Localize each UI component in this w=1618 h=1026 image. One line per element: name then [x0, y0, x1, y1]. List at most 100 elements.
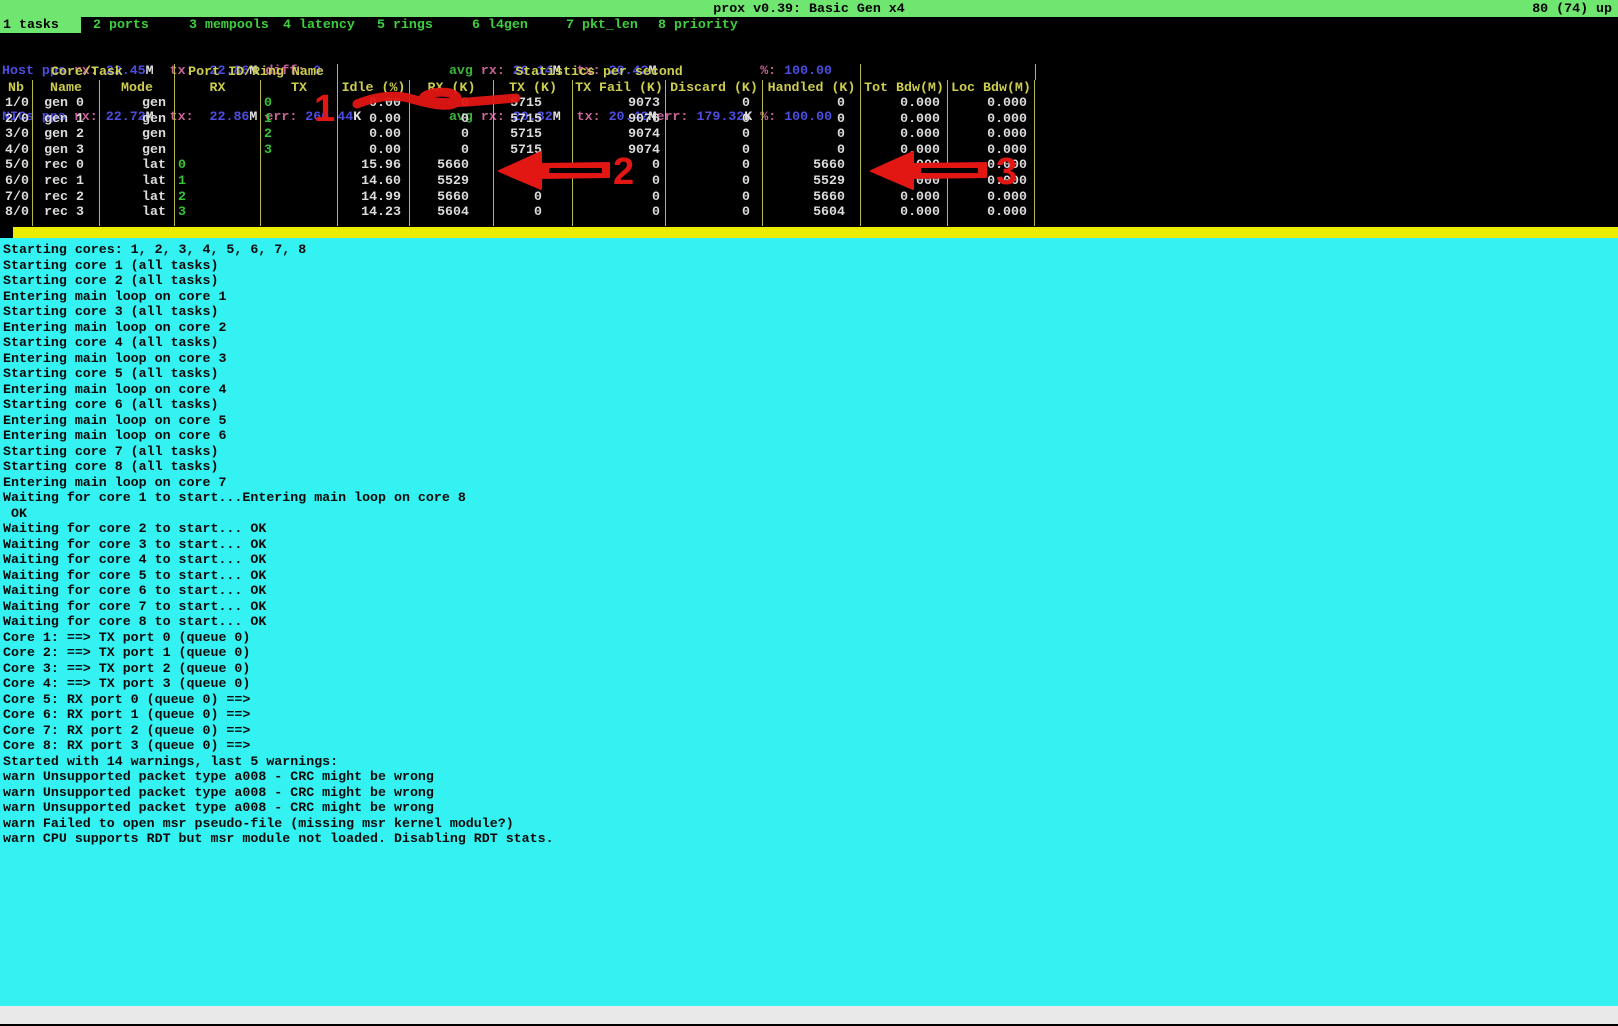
- cell-tot: 0.000: [861, 173, 948, 189]
- cell-rx: 3: [175, 204, 261, 220]
- prox-terminal: prox v0.39: Basic Gen x4 80 (74) up 1 ta…: [0, 0, 1618, 1026]
- table-row: 3/0gen 2gen20.00057159074000.0000.000: [0, 126, 1036, 142]
- cell-name: gen 1: [33, 111, 100, 127]
- cell-handled: 0: [763, 95, 861, 111]
- cell-discard: 0: [666, 95, 763, 111]
- group-header: Port ID/Ring Name: [175, 64, 338, 80]
- cell-discard: 0: [666, 142, 763, 158]
- cell-mode: lat: [100, 173, 175, 189]
- cell-stub: [100, 220, 175, 226]
- cell-txk: 5715: [494, 142, 573, 158]
- log-line: Entering main loop on core 4: [3, 382, 1618, 398]
- log-line: Starting core 2 (all tasks): [3, 273, 1618, 289]
- log-line: Core 8: RX port 3 (queue 0) ==>: [3, 738, 1618, 754]
- tab-5-rings[interactable]: 5 rings: [377, 17, 433, 33]
- group-header: [861, 64, 1036, 80]
- log-line: Starting core 6 (all tasks): [3, 397, 1618, 413]
- cell-rxk: 5529: [410, 173, 494, 189]
- cell-discard: 0: [666, 204, 763, 220]
- table-row: NbNameModeRXTXIdle (%)RX (K)TX (K)TX Fai…: [0, 80, 1036, 96]
- log-line: Starting core 8 (all tasks): [3, 459, 1618, 475]
- cell-discard: 0: [666, 157, 763, 173]
- cell-name: gen 2: [33, 126, 100, 142]
- column-header: TX (K): [494, 80, 573, 96]
- tab-4-latency[interactable]: 4 latency: [283, 17, 355, 33]
- table-row: 2/0gen 1gen10.00057159076000.0000.000: [0, 111, 1036, 127]
- cell-discard: 0: [666, 111, 763, 127]
- cell-name: gen 3: [33, 142, 100, 158]
- cell-txfail: 9073: [573, 95, 666, 111]
- cell-tx: [261, 173, 338, 189]
- cell-tx: [261, 189, 338, 205]
- cell-txfail: 0: [573, 157, 666, 173]
- cell-tx: 3: [261, 142, 338, 158]
- tab-6-l4gen[interactable]: 6 l4gen: [472, 17, 528, 33]
- cell-rxk: 5604: [410, 204, 494, 220]
- cell-txk: 5715: [494, 126, 573, 142]
- log-line: Entering main loop on core 1: [3, 289, 1618, 305]
- column-header: RX (K): [410, 80, 494, 96]
- cell-rxk: 0: [410, 142, 494, 158]
- cell-txfail: 9076: [573, 111, 666, 127]
- log-line: Starting core 5 (all tasks): [3, 366, 1618, 382]
- table-row: 7/0rec 2lat214.99566000056600.0000.000: [0, 189, 1036, 205]
- log-line: warn Unsupported packet type a008 - CRC …: [3, 800, 1618, 816]
- cell-mode: lat: [100, 157, 175, 173]
- log-line: Core 1: ==> TX port 0 (queue 0): [3, 630, 1618, 646]
- log-line: Entering main loop on core 7: [3, 475, 1618, 491]
- log-line: Core 4: ==> TX port 3 (queue 0): [3, 676, 1618, 692]
- cell-tot: 0.000: [861, 204, 948, 220]
- cell-tx: 0: [261, 95, 338, 111]
- cell-txk: 0: [494, 204, 573, 220]
- tab-8-priority[interactable]: 8 priority: [658, 17, 738, 33]
- column-header: Tot Bdw(M): [861, 80, 948, 96]
- cell-handled: 5660: [763, 157, 861, 173]
- column-header: Mode: [100, 80, 175, 96]
- screen-tabs: 1 tasks 2 ports 3 mempools 4 latency 5 rings…: [0, 17, 1618, 33]
- log-line: Core 5: RX port 0 (queue 0) ==>: [3, 692, 1618, 708]
- cell-tot: 0.000: [861, 126, 948, 142]
- tab-2-ports[interactable]: 2 ports: [93, 17, 149, 33]
- cell-tot: 0.000: [861, 142, 948, 158]
- cursor-block: [0, 227, 13, 238]
- log-line: warn Unsupported packet type a008 - CRC …: [3, 769, 1618, 785]
- cell-idle: 0.00: [338, 111, 410, 127]
- cell-mode: gen: [100, 142, 175, 158]
- cell-idle: 0.00: [338, 142, 410, 158]
- group-header: Statistics per second: [338, 64, 861, 80]
- cell-mode: gen: [100, 111, 175, 127]
- cell-stub: [763, 220, 861, 226]
- log-line: Starting core 4 (all tasks): [3, 335, 1618, 351]
- table-row: [0, 220, 1036, 226]
- cell-txk: 0: [494, 189, 573, 205]
- log-line: Started with 14 warnings, last 5 warning…: [3, 754, 1618, 770]
- cell-loc: 0.000: [948, 111, 1035, 127]
- tab-3-mempools[interactable]: 3 mempools: [189, 17, 269, 33]
- tab-7-pkt_len[interactable]: 7 pkt_len: [566, 17, 638, 33]
- cell-name: rec 2: [33, 189, 100, 205]
- cell-loc: 0.000: [948, 142, 1035, 158]
- cell-stub: [494, 220, 573, 226]
- app-title: prox v0.39: Basic Gen x4: [0, 0, 1618, 17]
- cell-txk: 0: [494, 157, 573, 173]
- cell-stub: [261, 220, 338, 226]
- log-line: Waiting for core 3 to start... OK: [3, 537, 1618, 553]
- table-row: 8/0rec 3lat314.23560400056040.0000.000: [0, 204, 1036, 220]
- uptime-counter: 80 (74) up: [1532, 0, 1612, 17]
- cell-mode: gen: [100, 126, 175, 142]
- cell-stub: [410, 220, 494, 226]
- title-bar: prox v0.39: Basic Gen x4 80 (74) up: [0, 0, 1618, 17]
- cell-tx: [261, 157, 338, 173]
- cell-stub: [0, 220, 33, 226]
- cell-tx: [261, 204, 338, 220]
- log-line: Waiting for core 5 to start... OK: [3, 568, 1618, 584]
- cell-discard: 0: [666, 189, 763, 205]
- log-line: Starting core 7 (all tasks): [3, 444, 1618, 460]
- cell-loc: 0.000: [948, 204, 1035, 220]
- cell-idle: 0.00: [338, 95, 410, 111]
- cell-nb: 4/0: [0, 142, 33, 158]
- tab-1-tasks[interactable]: 1 tasks: [0, 17, 81, 33]
- table-row: 4/0gen 3gen30.00057159074000.0000.000: [0, 142, 1036, 158]
- cell-idle: 0.00: [338, 126, 410, 142]
- table-row: Core/TaskPort ID/Ring NameStatistics per…: [0, 64, 1036, 80]
